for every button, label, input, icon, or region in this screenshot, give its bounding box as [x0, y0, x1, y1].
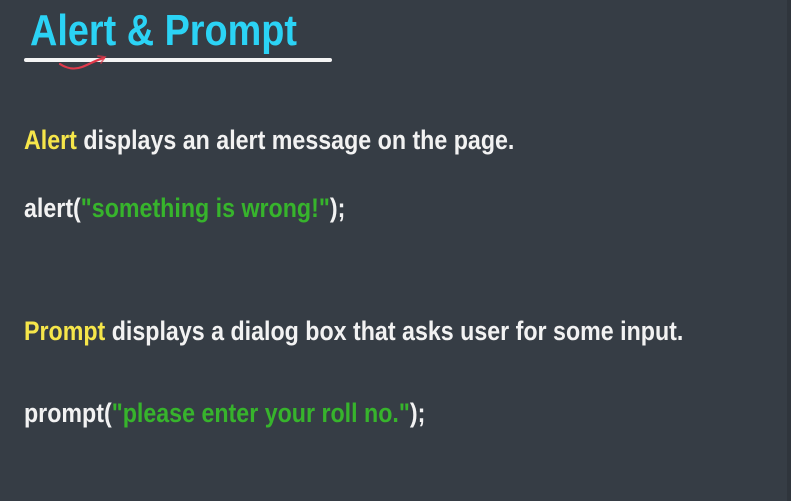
prompt-code-example: prompt("please enter your roll no."); [24, 397, 425, 429]
alert-code-string: "something is wrong!" [80, 193, 330, 223]
alert-code-prefix: alert( [24, 193, 81, 223]
prompt-code-prefix: prompt( [24, 398, 112, 428]
pen-annotation-mark [58, 55, 107, 70]
prompt-code-suffix: ); [409, 398, 426, 428]
alert-keyword: Alert [24, 125, 77, 155]
right-edge-border [787, 0, 791, 501]
prompt-keyword: Prompt [24, 316, 106, 346]
prompt-description: Prompt displays a dialog box that asks u… [24, 315, 683, 347]
alert-code-example: alert("something is wrong!"); [24, 192, 345, 224]
prompt-description-text: displays a dialog box that asks user for… [105, 316, 684, 346]
alert-description-text: displays an alert message on the page. [76, 125, 515, 155]
alert-description: Alert displays an alert message on the p… [24, 124, 514, 156]
slide-title: Alert & Prompt [30, 6, 298, 55]
alert-code-suffix: ); [329, 193, 346, 223]
slide: Alert & Prompt Alert displays an alert m… [0, 0, 791, 501]
prompt-code-string: "please enter your roll no." [111, 398, 410, 428]
